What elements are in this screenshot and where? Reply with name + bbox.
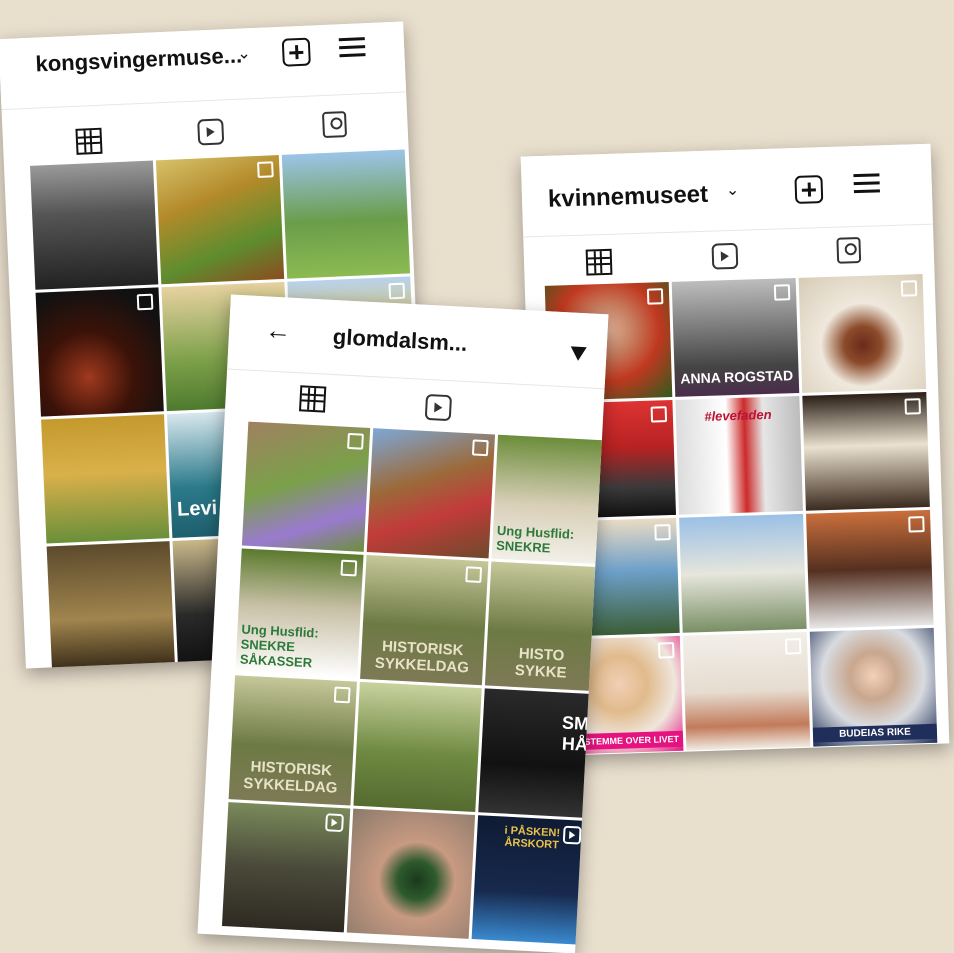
multi-post-icon: [333, 686, 351, 704]
multi-post-icon: [136, 293, 154, 311]
multi-post-icon: [650, 406, 668, 423]
post-tile[interactable]: HISTORISK SYKKELDAG: [228, 675, 357, 806]
post-tile[interactable]: [679, 513, 807, 633]
post-tile[interactable]: [30, 160, 159, 290]
multi-post-icon: [773, 284, 791, 301]
chevron-down-icon[interactable]: ⌄: [726, 180, 740, 200]
reels-tab-icon[interactable]: [424, 393, 453, 422]
multi-post-icon: [900, 280, 918, 297]
post-tile[interactable]: i PÅSKEN! ÅRSKORT: [471, 815, 588, 945]
multi-post-icon: [784, 638, 802, 655]
post-tile[interactable]: [682, 631, 811, 751]
back-arrow-icon[interactable]: ←: [264, 314, 292, 346]
menu-icon[interactable]: [338, 37, 366, 58]
grid-tab-icon[interactable]: [298, 385, 327, 413]
reels-tab-icon[interactable]: [711, 242, 739, 270]
post-tile[interactable]: [35, 287, 164, 417]
post-tile[interactable]: HISTORISK SYKKELDAG: [360, 554, 489, 686]
profile-screenshot-glomdalsmuseet: ← glomdalsm... Ung Husflid: SNEKRE Ung H…: [197, 294, 609, 953]
new-post-icon[interactable]: [794, 175, 824, 204]
multi-post-icon: [908, 516, 925, 533]
post-tile[interactable]: [798, 274, 927, 393]
post-tile[interactable]: [241, 421, 371, 552]
username[interactable]: glomdalsm...: [332, 324, 468, 357]
multi-post-icon: [471, 439, 489, 457]
post-tile[interactable]: [353, 681, 482, 813]
chevron-down-icon[interactable]: ⌄: [237, 43, 251, 64]
post-tile[interactable]: Ung Husflid: SNEKRE: [491, 434, 608, 565]
post-tile[interactable]: [802, 391, 930, 511]
menu-icon[interactable]: [853, 173, 880, 194]
new-post-icon[interactable]: [281, 37, 311, 67]
post-tile[interactable]: [155, 155, 285, 285]
username[interactable]: kvinnemuseet: [548, 181, 709, 214]
tagged-tab-icon[interactable]: [836, 236, 862, 264]
multi-post-icon: [347, 432, 364, 450]
multi-post-icon: [658, 642, 675, 659]
filter-icon[interactable]: [570, 346, 587, 362]
post-tile[interactable]: Ung Husflid: SNEKRE SÅKASSER: [235, 548, 364, 679]
post-tile[interactable]: [281, 149, 411, 279]
post-tile[interactable]: [41, 414, 170, 544]
multi-post-icon: [388, 282, 406, 300]
post-tile[interactable]: [806, 509, 934, 629]
multi-post-icon: [340, 559, 358, 577]
grid-tab-icon[interactable]: [75, 127, 103, 155]
grid-tab-icon[interactable]: [585, 248, 613, 276]
profile-header: kvinnemuseet ⌄: [520, 143, 933, 227]
post-tile[interactable]: [46, 541, 175, 669]
multi-post-icon: [257, 161, 274, 178]
post-tile[interactable]: [346, 808, 476, 939]
post-tile[interactable]: HISTO SYKKE: [484, 561, 602, 692]
post-tile[interactable]: BUDEIAS RIKE: [809, 627, 938, 747]
post-tile[interactable]: SM HÅ: [478, 688, 595, 818]
reel-icon: [325, 813, 344, 833]
post-tile[interactable]: [366, 428, 496, 559]
multi-post-icon: [465, 566, 483, 584]
post-tile[interactable]: [221, 802, 351, 933]
username[interactable]: kongsvingermuse...: [35, 43, 243, 78]
post-tile[interactable]: #levefaden: [675, 395, 803, 515]
post-tile[interactable]: ANNA ROGSTAD: [671, 278, 800, 397]
post-grid: Ung Husflid: SNEKRE Ung Husflid: SNEKRE …: [221, 421, 608, 945]
multi-post-icon: [654, 524, 671, 541]
multi-post-icon: [904, 398, 921, 415]
reels-tab-icon[interactable]: [197, 118, 225, 146]
multi-post-icon: [646, 288, 664, 305]
tagged-tab-icon[interactable]: [321, 111, 348, 139]
